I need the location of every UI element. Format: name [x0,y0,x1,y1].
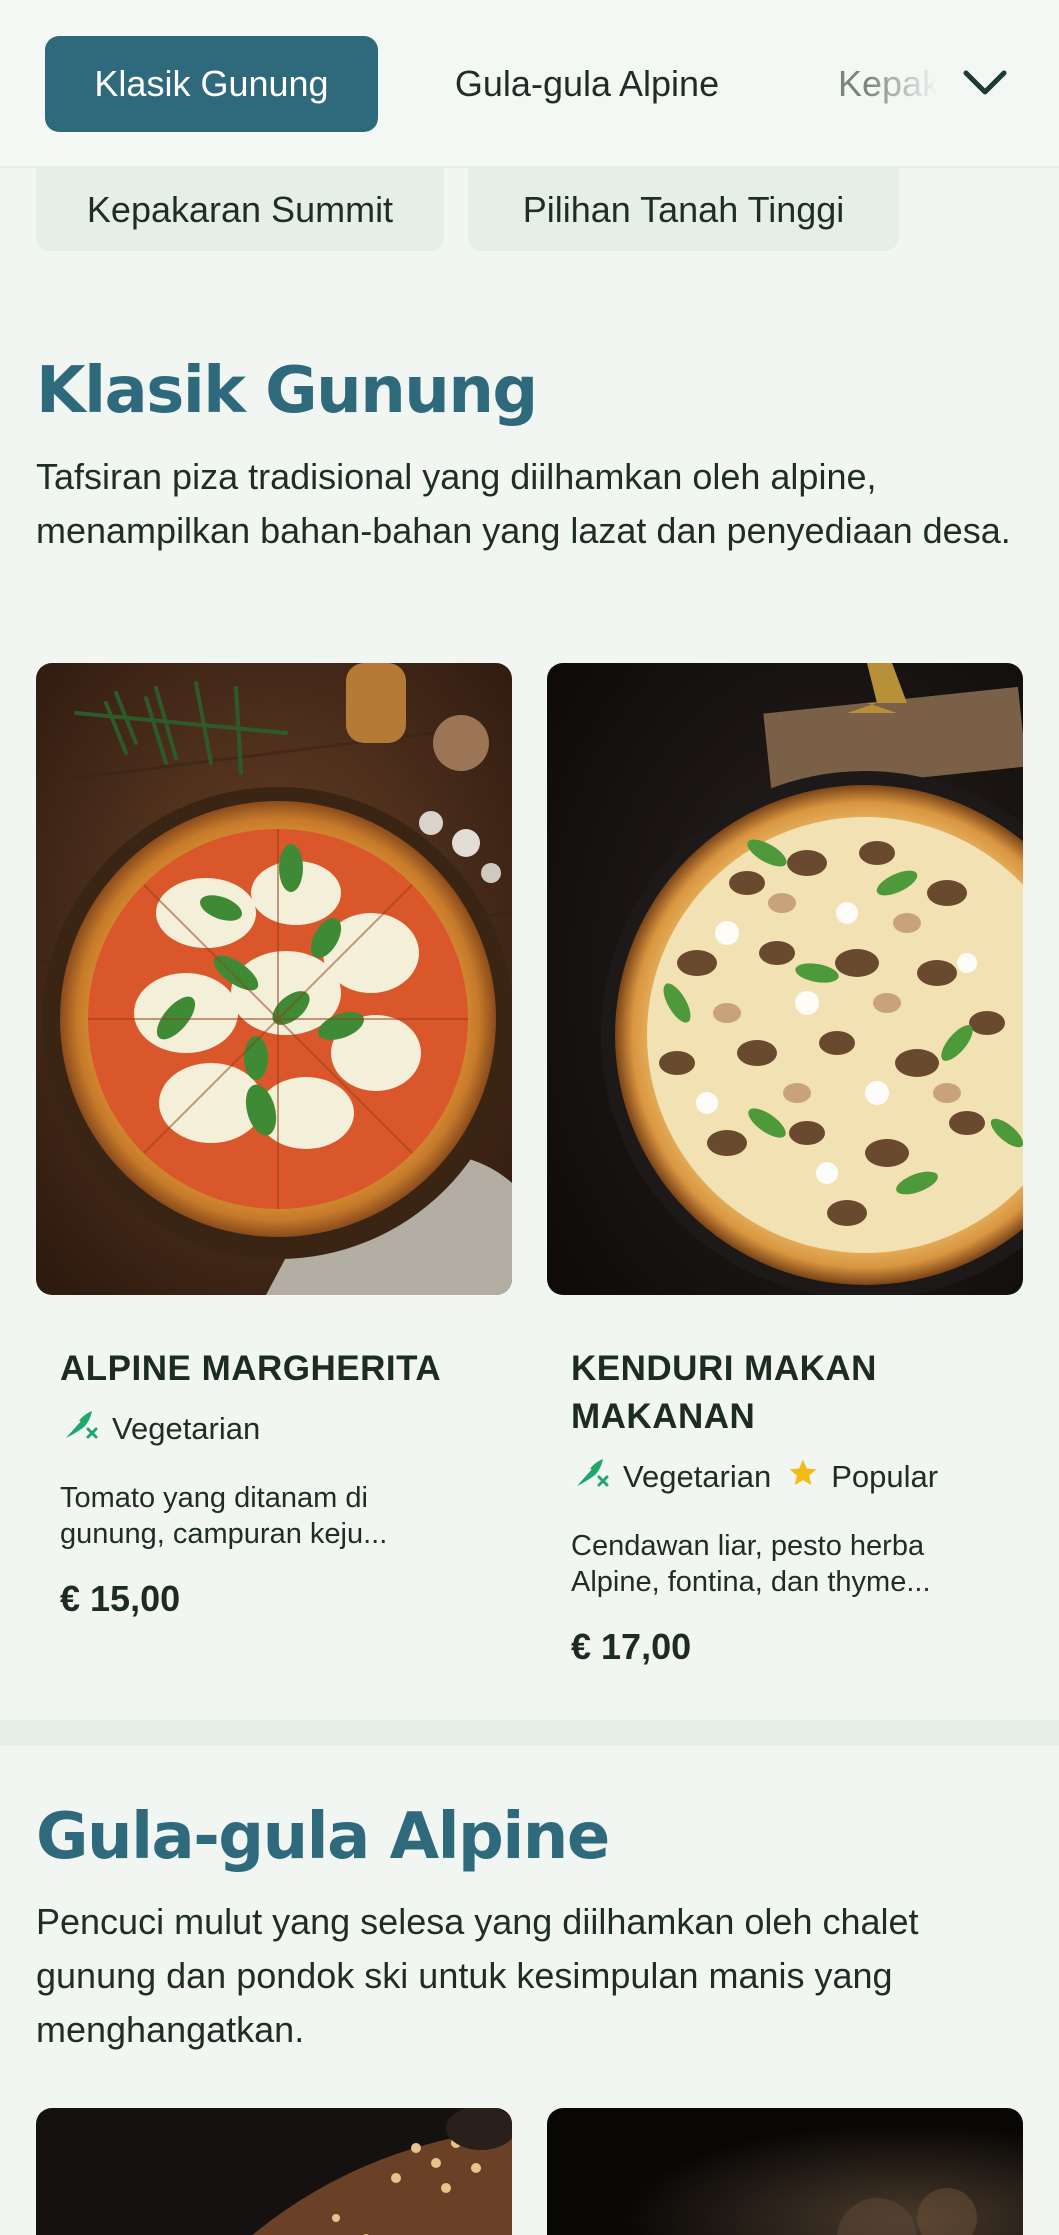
tag-label: Vegetarian [112,1411,261,1446]
item-name[interactable]: ALPINE MARGHERITA [60,1345,490,1393]
chevron-down-icon[interactable] [960,60,1010,106]
item-price: € 15,00 [60,1578,181,1619]
vegetarian-icon [60,1407,100,1451]
item-tags: Vegetarian Popular [571,1455,944,1499]
item-tags: Vegetarian [60,1407,266,1451]
tag-label: Vegetarian [623,1459,772,1494]
tab-kepakaran-summit[interactable]: Kepakaran Summit [838,36,938,132]
item-description: Cendawan liar, pesto herba Alpine, fonti… [571,1530,931,1598]
tag-popular: Popular [787,1457,938,1497]
section-title: Klasik Gunung [36,354,538,428]
dessert-image[interactable] [547,2108,1023,2235]
tag-vegetarian: Vegetarian [571,1455,771,1499]
tag-vegetarian: Vegetarian [60,1407,260,1451]
item-name[interactable]: KENDURI MAKAN MAKANAN [571,1345,1001,1441]
chip-kepakaran-summit[interactable]: Kepakaran Summit [36,168,444,251]
item-price: € 17,00 [571,1626,692,1667]
category-nav: Klasik Gunung Gula-gula Alpine Kepakaran… [0,0,1059,168]
star-icon [787,1457,819,1497]
section-title: Gula-gula Alpine [36,1800,610,1874]
vegetarian-icon [571,1455,611,1499]
pizza-mushroom-image[interactable] [547,663,1023,1295]
section-divider [0,1720,1059,1746]
chip-pilihan-tanah-tinggi[interactable]: Pilihan Tanah Tinggi [468,168,899,251]
tag-label: Popular [831,1459,939,1494]
item-description: Tomato yang ditanam di gunung, campuran … [60,1482,388,1550]
pizza-margherita-image[interactable] [36,663,512,1295]
section-description: Pencuci mulut yang selesa yang diilhamka… [36,1901,919,2050]
dessert-image[interactable] [36,2108,512,2235]
tab-gula-gula-alpine[interactable]: Gula-gula Alpine [418,36,756,132]
section-description: Tafsiran piza tradisional yang diilhamka… [36,456,1011,551]
tab-klasik-gunung[interactable]: Klasik Gunung [45,36,378,132]
